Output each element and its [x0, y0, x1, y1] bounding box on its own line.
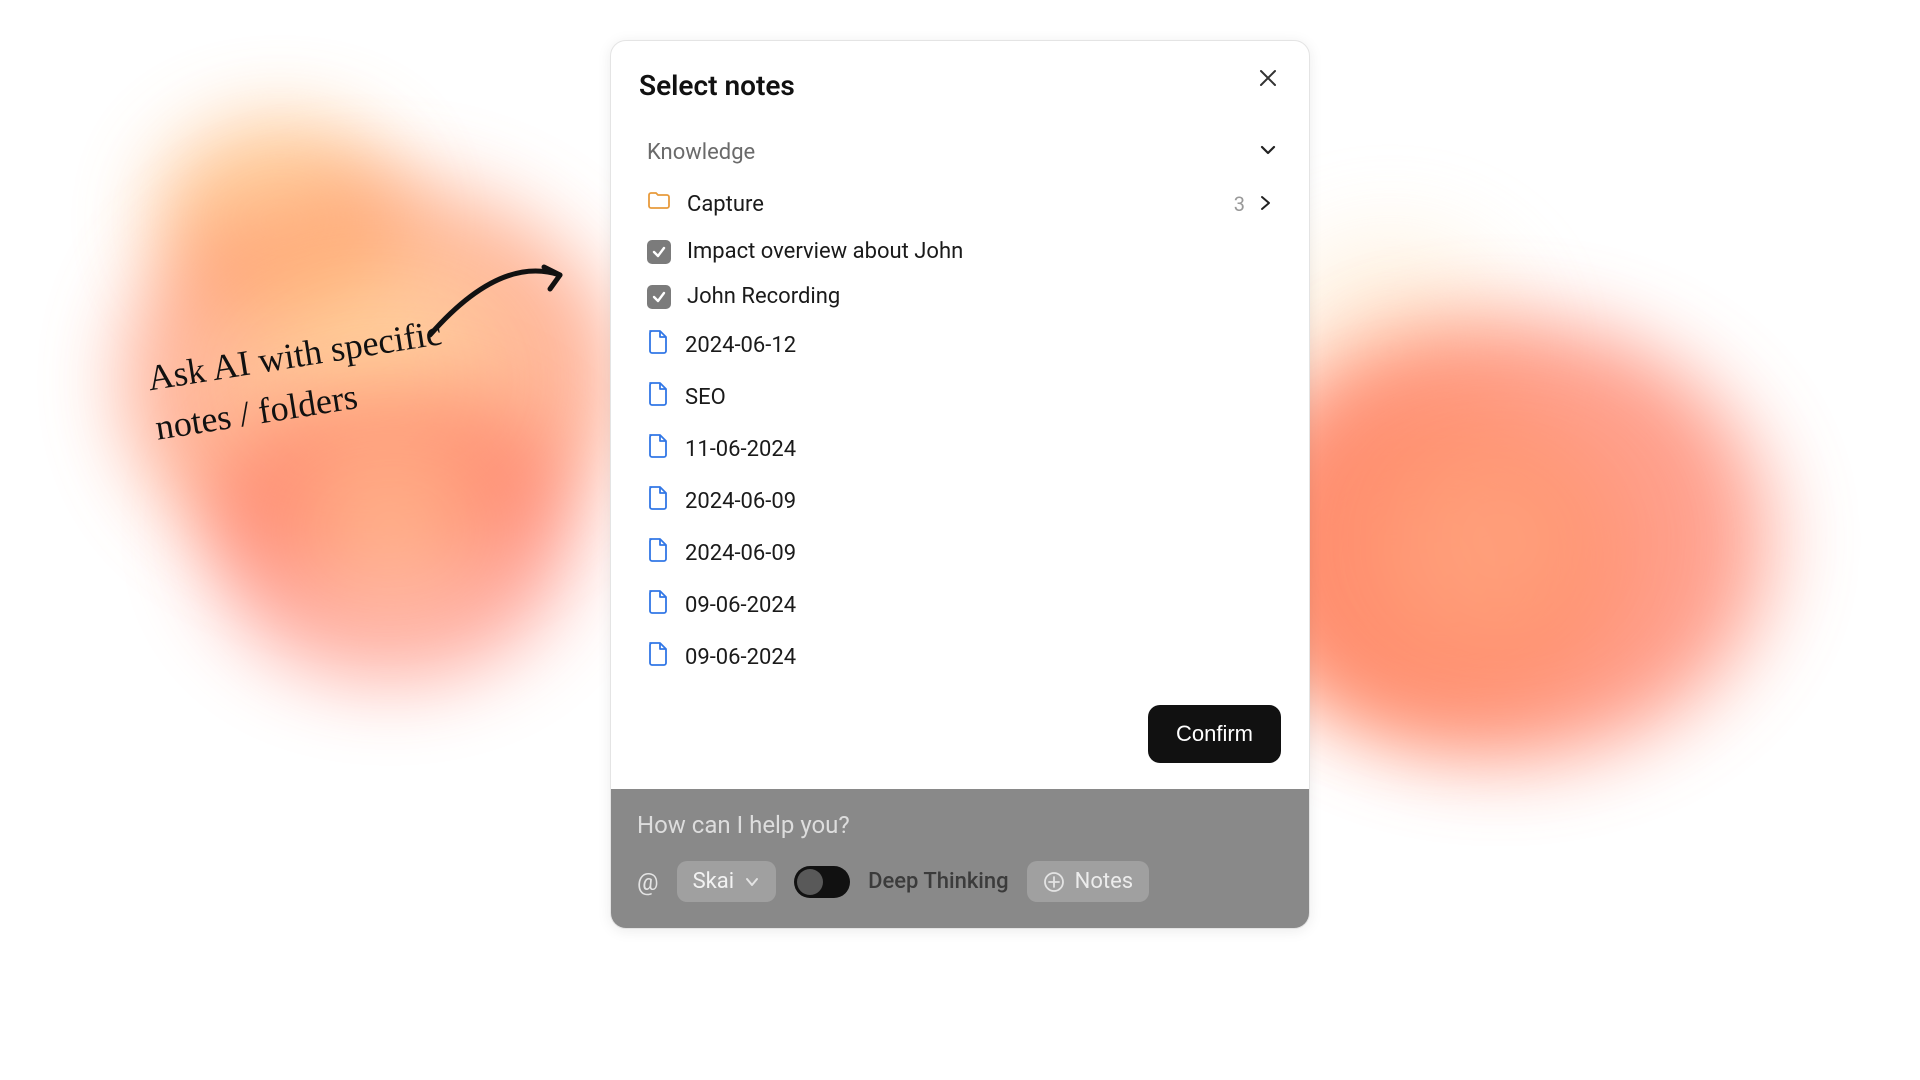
modal-title: Select notes: [639, 69, 1281, 102]
section-knowledge[interactable]: Knowledge: [639, 140, 1281, 165]
toggle-knob: [797, 869, 823, 895]
file-icon: [647, 433, 669, 465]
folder-icon: [647, 189, 671, 219]
list-item[interactable]: SEO: [639, 371, 1281, 423]
item-meta: 3: [1234, 192, 1273, 217]
close-button[interactable]: [1251, 61, 1285, 95]
list-item[interactable]: 11-06-2024: [639, 423, 1281, 475]
list-item[interactable]: 09-06-2024: [639, 631, 1281, 683]
item-label: 09-06-2024: [685, 645, 1273, 670]
note-list: Capture 3 Impact overview about John John R…: [639, 179, 1281, 683]
item-label: 11-06-2024: [685, 437, 1273, 462]
list-item[interactable]: Capture 3: [639, 179, 1281, 229]
chevron-down-icon: [1259, 140, 1277, 165]
notes-chip-label: Notes: [1075, 869, 1133, 894]
item-label: 2024-06-09: [685, 489, 1273, 514]
confirm-button[interactable]: Confirm: [1148, 705, 1281, 763]
deep-thinking-toggle[interactable]: [794, 866, 850, 898]
select-notes-panel: Select notes Knowledge Capture 3 Impact ov…: [610, 40, 1310, 929]
prompt-input[interactable]: How can I help you?: [637, 811, 1283, 839]
deep-thinking-label: Deep Thinking: [868, 869, 1009, 894]
arrow-icon: [420, 245, 580, 345]
chevron-right-icon: [1257, 192, 1273, 217]
list-item[interactable]: Impact overview about John: [639, 229, 1281, 274]
checkbox-checked-icon: [647, 285, 671, 309]
item-count: 3: [1234, 192, 1245, 216]
plus-circle-icon: [1043, 871, 1065, 893]
close-icon: [1259, 69, 1277, 87]
ai-prompt-bar: How can I help you? @ Skai Deep Thinking…: [611, 789, 1309, 928]
list-item[interactable]: 2024-06-09: [639, 527, 1281, 579]
item-label: Impact overview about John: [687, 239, 1273, 264]
item-label: 2024-06-09: [685, 541, 1273, 566]
item-label: 2024-06-12: [685, 333, 1273, 358]
list-item[interactable]: John Recording: [639, 274, 1281, 319]
item-label: Capture: [687, 192, 1218, 217]
section-label: Knowledge: [647, 140, 755, 165]
list-item[interactable]: 2024-06-12: [639, 319, 1281, 371]
file-icon: [647, 485, 669, 517]
chevron-down-icon: [744, 874, 760, 890]
checkbox-checked-icon: [647, 240, 671, 264]
model-selector[interactable]: Skai: [677, 861, 777, 902]
file-icon: [647, 381, 669, 413]
file-icon: [647, 589, 669, 621]
item-label: SEO: [685, 385, 1273, 410]
item-label: John Recording: [687, 284, 1273, 309]
list-item[interactable]: 09-06-2024: [639, 579, 1281, 631]
model-name: Skai: [693, 869, 735, 894]
mention-button[interactable]: @: [637, 868, 659, 896]
add-notes-button[interactable]: Notes: [1027, 861, 1149, 902]
file-icon: [647, 329, 669, 361]
file-icon: [647, 537, 669, 569]
file-icon: [647, 641, 669, 673]
item-label: 09-06-2024: [685, 593, 1273, 618]
select-notes-modal: Select notes Knowledge Capture 3 Impact ov…: [611, 41, 1309, 789]
list-item[interactable]: 2024-06-09: [639, 475, 1281, 527]
